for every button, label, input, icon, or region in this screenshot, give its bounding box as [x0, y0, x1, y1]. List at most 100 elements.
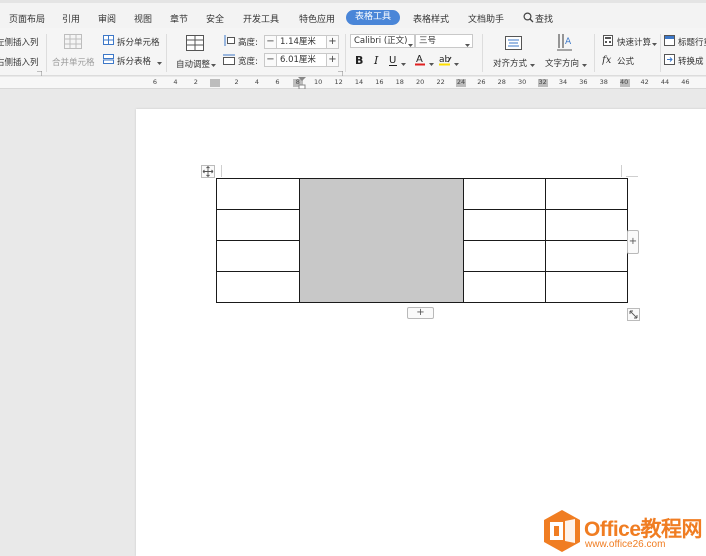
menu-view[interactable]: 视图	[134, 12, 152, 25]
row-height-icon	[223, 35, 235, 49]
table-cell[interactable]	[463, 178, 546, 210]
ruler-tick-label: 44	[660, 78, 670, 86]
menu-review[interactable]: 审阅	[98, 12, 116, 25]
table-move-handle[interactable]	[201, 165, 215, 178]
merged-cell[interactable]	[299, 178, 464, 303]
add-row-button[interactable]: +	[407, 307, 434, 319]
chevron-down-icon[interactable]	[429, 59, 434, 69]
align-icon	[505, 36, 522, 53]
menu-search[interactable]: 查找	[535, 12, 553, 25]
table-cell[interactable]	[463, 271, 546, 303]
font-color-icon[interactable]: A	[415, 53, 426, 69]
height-increase-button[interactable]: +	[326, 35, 339, 49]
watermark: Office教程网 www.office26.com	[540, 506, 706, 556]
title-row-repeat-button[interactable]: 标题行重	[678, 36, 706, 48]
ribbon-separator	[482, 34, 483, 72]
formula-button[interactable]: 公式	[617, 55, 634, 67]
split-cells-icon	[103, 35, 114, 48]
align-button[interactable]: 对齐方式	[493, 57, 527, 69]
office-logo-icon	[542, 509, 582, 556]
ruler-tick-label: 4	[254, 78, 260, 86]
svg-text:I: I	[373, 54, 379, 65]
ruler-tick-label: 42	[640, 78, 649, 86]
chevron-down-icon[interactable]	[401, 59, 406, 69]
chevron-down-icon[interactable]	[211, 60, 216, 70]
table-cell[interactable]	[463, 240, 546, 272]
font-name-select[interactable]: Calibri (正文)	[350, 34, 415, 48]
chevron-down-icon[interactable]	[408, 40, 413, 50]
move-arrows-icon	[202, 166, 214, 177]
menu-developer[interactable]: 开发工具	[243, 12, 279, 25]
quick-calc-button[interactable]: 快速计算	[617, 36, 651, 48]
underline-icon[interactable]: U	[389, 54, 399, 69]
table-cell[interactable]	[216, 240, 300, 272]
chevron-down-icon[interactable]	[582, 60, 587, 70]
table-resize-handle[interactable]	[627, 308, 640, 321]
split-table-icon	[103, 54, 114, 67]
ruler-tick-label: 28	[497, 78, 506, 86]
menu-page-layout[interactable]: 页面布局	[9, 12, 45, 25]
ruler-tick-label: 10	[314, 78, 323, 86]
ruler-tick-label: 26	[477, 78, 486, 86]
menu-table-style[interactable]: 表格样式	[413, 12, 449, 25]
table-cell[interactable]	[545, 178, 628, 210]
chevron-down-icon[interactable]	[652, 39, 657, 49]
horizontal-ruler[interactable]: 6 4 2 2 4 6 8 10 12 14 16 18 20 22 24 26 28 30 32 34 36 38 40 4…	[0, 77, 706, 90]
menu-references[interactable]: 引用	[62, 12, 80, 25]
ruler-tick-label: 46	[681, 78, 690, 86]
bold-icon[interactable]: B	[355, 54, 364, 68]
table-row	[216, 178, 628, 303]
document-table[interactable]	[216, 178, 628, 303]
title-row-repeat-icon	[664, 35, 675, 49]
highlight-icon[interactable]: ab	[439, 53, 452, 69]
tab-table-tools[interactable]: 表格工具	[346, 10, 400, 25]
menu-security[interactable]: 安全	[206, 12, 224, 25]
menu-features[interactable]: 特色应用	[299, 12, 335, 25]
table-cell[interactable]	[216, 271, 300, 303]
table-cell[interactable]	[463, 209, 546, 241]
ribbon-separator	[345, 34, 346, 72]
ruler-tick-label: 2	[193, 78, 198, 86]
text-direction-icon: A	[557, 34, 573, 54]
table-cell[interactable]	[545, 271, 628, 303]
ribbon-separator	[166, 34, 167, 72]
ruler-tick-label: 24	[456, 78, 466, 86]
convert-button[interactable]: 转换成	[678, 55, 704, 67]
ruler-tick-label: 18	[395, 78, 404, 86]
svg-text:fx: fx	[602, 55, 612, 65]
svg-text:U: U	[389, 55, 396, 66]
ribbon-separator	[46, 34, 47, 72]
ruler-tick-label: 30	[518, 78, 527, 86]
table-cell[interactable]	[545, 240, 628, 272]
ribbon-toolbar: 左侧插入列 右侧插入列 合并单元格 拆分单元格 拆分表格 自动调整 高度: − …	[0, 28, 706, 76]
search-icon[interactable]	[523, 12, 534, 26]
formula-icon: fx	[601, 53, 616, 68]
column-width-icon	[223, 53, 235, 68]
width-input[interactable]: 6.01厘米	[276, 53, 327, 67]
add-column-button[interactable]: +	[627, 230, 639, 254]
chevron-down-icon[interactable]	[157, 58, 162, 68]
svg-text:B: B	[355, 54, 363, 65]
text-direction-button[interactable]: 文字方向	[545, 57, 579, 69]
autofit-button[interactable]: 自动调整	[176, 58, 210, 70]
menu-doc-assistant[interactable]: 文档助手	[468, 12, 504, 25]
watermark-url: www.office26.com	[585, 539, 666, 550]
chevron-down-icon[interactable]	[530, 60, 535, 70]
height-input[interactable]: 1.14厘米	[276, 35, 327, 49]
width-increase-button[interactable]: +	[326, 53, 339, 67]
chevron-down-icon[interactable]	[465, 40, 470, 50]
insert-right-column-button[interactable]: 右侧插入列	[0, 56, 39, 68]
autofit-icon	[186, 35, 204, 54]
ruler-tick-label: 2	[234, 78, 239, 86]
insert-left-column-button[interactable]: 左侧插入列	[0, 36, 39, 48]
table-cell[interactable]	[216, 178, 300, 210]
menu-section[interactable]: 章节	[170, 12, 188, 25]
italic-icon[interactable]: I	[373, 54, 382, 68]
split-cells-button[interactable]: 拆分单元格	[117, 36, 160, 48]
table-cell[interactable]	[545, 209, 628, 241]
chevron-down-icon[interactable]	[454, 59, 459, 69]
merge-cells-button[interactable]: 合并单元格	[52, 56, 95, 68]
split-table-button[interactable]: 拆分表格	[117, 55, 151, 67]
margin-guide	[626, 176, 638, 177]
table-cell[interactable]	[216, 209, 300, 241]
